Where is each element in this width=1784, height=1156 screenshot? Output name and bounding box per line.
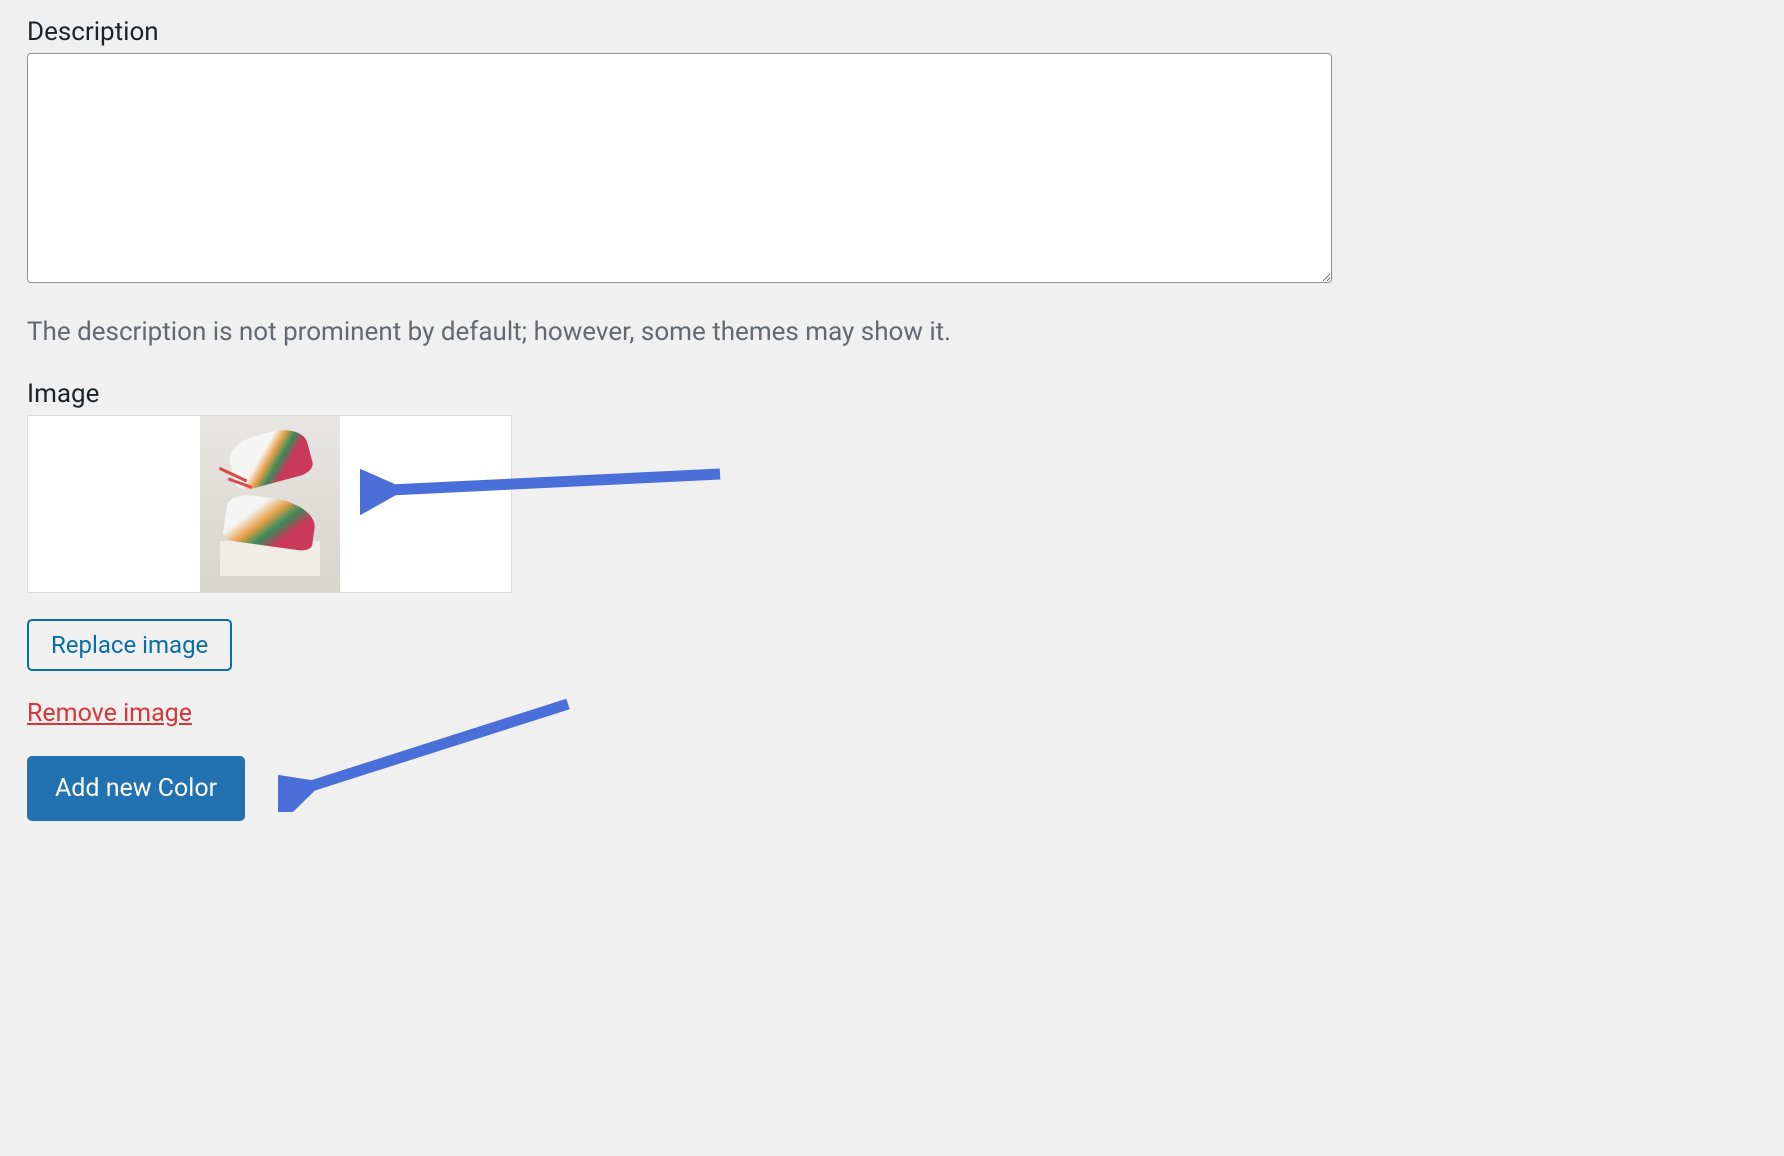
product-thumbnail [200, 416, 340, 592]
replace-image-button[interactable]: Replace image [27, 619, 232, 671]
add-new-color-button[interactable]: Add new Color [27, 756, 245, 821]
description-label: Description [27, 17, 1757, 47]
image-label: Image [27, 379, 1757, 409]
description-textarea[interactable] [27, 53, 1332, 283]
description-help-text: The description is not prominent by defa… [27, 317, 1757, 347]
image-preview[interactable] [27, 415, 512, 593]
remove-image-link[interactable]: Remove image [27, 699, 192, 728]
